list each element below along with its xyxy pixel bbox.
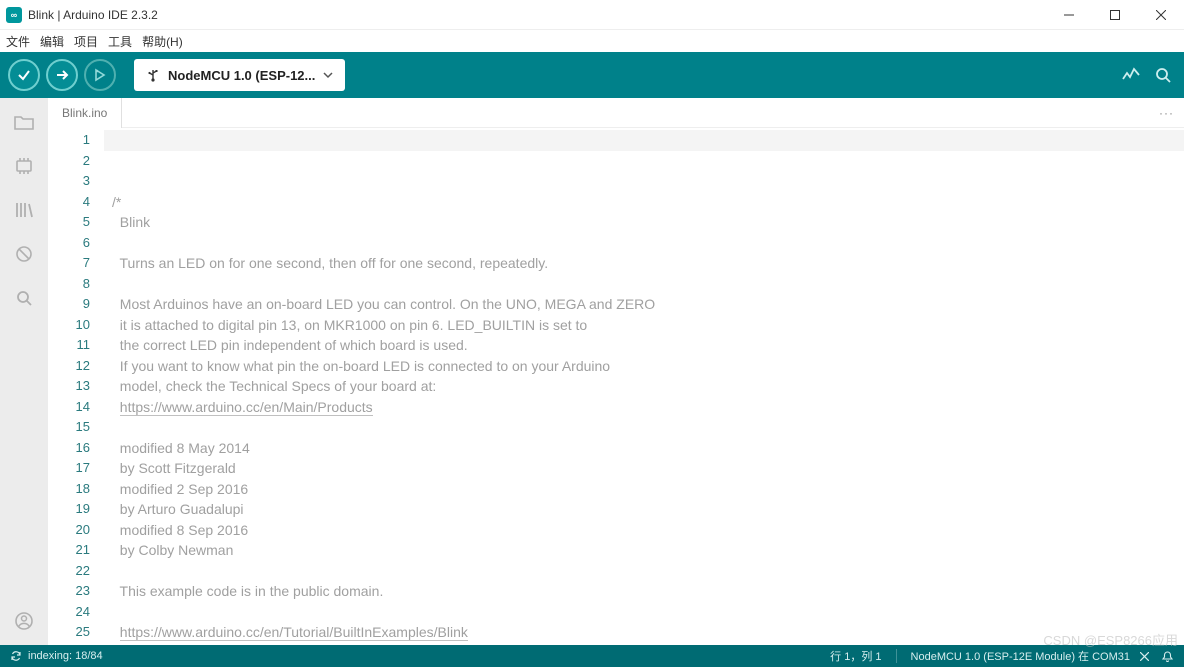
debug-icon[interactable] [12,242,36,266]
toolbar: NodeMCU 1.0 (ESP-12... [0,52,1184,98]
tab-blink[interactable]: Blink.ino [48,98,122,128]
tab-label: Blink.ino [62,106,107,120]
status-bar: indexing: 18/84 行 1，列 1 NodeMCU 1.0 (ESP… [0,645,1184,667]
menu-edit[interactable]: 编辑 [40,33,64,50]
window-controls [1046,0,1184,30]
search-icon[interactable] [12,286,36,310]
library-manager-icon[interactable] [12,198,36,222]
code-lines: /* Blink Turns an LED on for one second,… [104,128,1184,645]
board-selector[interactable]: NodeMCU 1.0 (ESP-12... [134,59,345,91]
tab-bar: Blink.ino ··· [48,98,1184,128]
status-indexing: indexing: 18/84 [28,650,103,662]
debug-button[interactable] [84,59,116,91]
line-gutter: 1234567891011121314151617181920212223242… [48,128,104,645]
upload-button[interactable] [46,59,78,91]
tab-overflow-button[interactable]: ··· [1149,106,1184,120]
code-editor[interactable]: 1234567891011121314151617181920212223242… [48,128,1184,645]
usb-icon [146,68,160,82]
maximize-button[interactable] [1092,0,1138,30]
close-icon[interactable] [1140,652,1149,661]
menu-project[interactable]: 项目 [74,33,98,50]
close-button[interactable] [1138,0,1184,30]
serial-plotter-button[interactable] [1118,62,1144,88]
notification-icon[interactable] [1161,650,1174,663]
account-icon[interactable] [12,609,36,633]
board-label: NodeMCU 1.0 (ESP-12... [168,68,315,83]
minimize-button[interactable] [1046,0,1092,30]
current-line-highlight [104,130,1184,151]
boards-manager-icon[interactable] [12,154,36,178]
menu-bar: 文件 编辑 项目 工具 帮助(H) [0,30,1184,52]
chevron-down-icon [323,70,333,80]
status-board[interactable]: NodeMCU 1.0 (ESP-12E Module) 在 COM31 [911,648,1130,664]
folder-icon[interactable] [12,110,36,134]
app-icon: ∞ [6,7,22,23]
window-title: Blink | Arduino IDE 2.3.2 [28,8,1046,22]
menu-tools[interactable]: 工具 [108,33,132,50]
serial-monitor-button[interactable] [1150,62,1176,88]
sync-icon[interactable] [10,650,22,662]
activity-bar [0,98,48,645]
menu-help[interactable]: 帮助(H) [142,33,183,50]
status-cursor: 行 1，列 1 [830,648,881,664]
verify-button[interactable] [8,59,40,91]
main-area: Blink.ino ··· 12345678910111213141516171… [0,98,1184,645]
editor-area: Blink.ino ··· 12345678910111213141516171… [48,98,1184,645]
menu-file[interactable]: 文件 [6,33,30,50]
title-bar: ∞ Blink | Arduino IDE 2.3.2 [0,0,1184,30]
